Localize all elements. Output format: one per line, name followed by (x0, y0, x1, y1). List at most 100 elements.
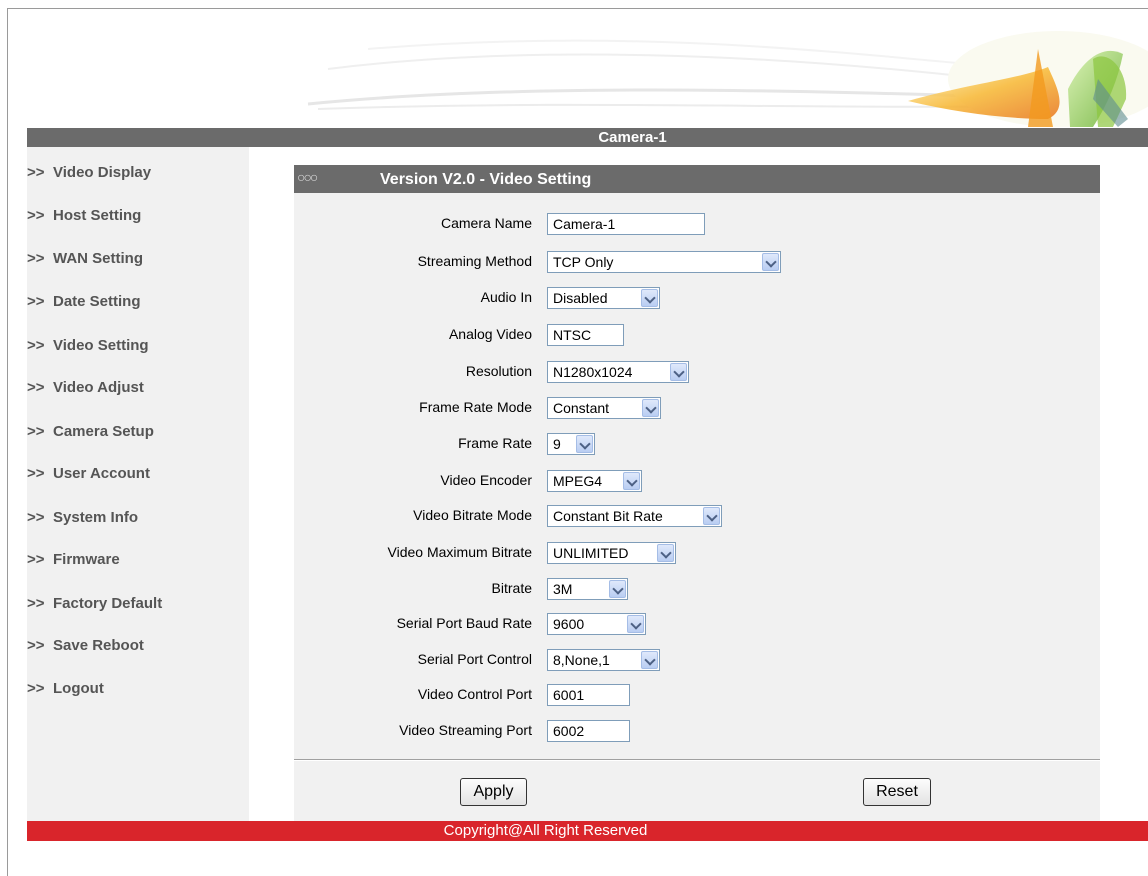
row-analog-video: Analog Video NTSC (294, 318, 1100, 350)
sidebar-arrow: >> (27, 595, 45, 612)
row-audio-in: Audio In Disabled (294, 281, 1100, 313)
footer-bar: Copyright@All Right Reserved (27, 821, 1148, 841)
video-bitrate-mode-label: Video Bitrate Mode (413, 507, 532, 523)
video-max-bitrate-label: Video Maximum Bitrate (387, 544, 532, 560)
serial-port-control-select[interactable]: 8,None,1 (547, 649, 660, 671)
chevron-down-icon[interactable] (703, 507, 720, 525)
video-max-bitrate-select[interactable]: UNLIMITED (547, 542, 676, 564)
sidebar-item-wan-setting[interactable]: >> WAN Setting (27, 244, 249, 274)
video-streaming-port-label: Video Streaming Port (399, 722, 532, 738)
frame-rate-mode-select[interactable]: Constant (547, 397, 661, 419)
sidebar-arrow: >> (27, 423, 45, 440)
sidebar-arrow: >> (27, 379, 45, 396)
chevron-down-icon[interactable] (576, 435, 593, 453)
chevron-down-icon[interactable] (670, 363, 687, 381)
sidebar-arrow: >> (27, 637, 45, 654)
sidebar-arrow: >> (27, 293, 45, 310)
frame-border-left (7, 8, 8, 876)
chain-icon: ○○○ (297, 169, 318, 185)
row-resolution: Resolution N1280x1024 (294, 355, 1100, 387)
sidebar-item-label: Video Setting (53, 337, 149, 354)
row-video-max-bitrate: Video Maximum Bitrate UNLIMITED (294, 536, 1100, 568)
frame-rate-select[interactable]: 9 (547, 433, 595, 455)
sidebar-item-label: WAN Setting (53, 250, 143, 267)
serial-port-control-value: 8,None,1 (553, 652, 610, 668)
row-bitrate: Bitrate 3M (294, 572, 1100, 604)
serial-port-control-label: Serial Port Control (417, 651, 532, 667)
section-header: ○○○ Version V2.0 - Video Setting (294, 165, 1100, 193)
sidebar-item-host-setting[interactable]: >> Host Setting (27, 201, 249, 231)
video-bitrate-mode-select[interactable]: Constant Bit Rate (547, 505, 722, 527)
serial-baud-rate-select[interactable]: 9600 (547, 613, 646, 635)
sidebar-item-firmware[interactable]: >> Firmware (27, 545, 249, 575)
sidebar-item-label: Save Reboot (53, 637, 144, 654)
streaming-method-select[interactable]: TCP Only (547, 251, 781, 273)
camera-title: Camera-1 (598, 129, 667, 146)
sidebar-item-video-setting[interactable]: >> Video Setting (27, 331, 249, 361)
sidebar-item-label: Factory Default (53, 595, 163, 612)
camera-name-input[interactable]: Camera-1 (547, 213, 705, 235)
frame-rate-mode-label: Frame Rate Mode (419, 399, 532, 415)
sidebar-item-label: Camera Setup (53, 423, 154, 440)
chevron-down-icon[interactable] (641, 651, 658, 669)
sidebar-item-date-setting[interactable]: >> Date Setting (27, 287, 249, 317)
frame-rate-value: 9 (553, 436, 561, 452)
sidebar-item-label: Host Setting (53, 207, 142, 224)
reset-button[interactable]: Reset (863, 778, 931, 806)
row-serial-baud-rate: Serial Port Baud Rate 9600 (294, 607, 1100, 639)
sidebar-arrow: >> (27, 551, 45, 568)
row-camera-name: Camera Name Camera-1 (294, 207, 1100, 239)
row-video-control-port: Video Control Port 6001 (294, 678, 1100, 710)
sidebar-item-user-account[interactable]: >> User Account (27, 459, 249, 489)
serial-baud-rate-label: Serial Port Baud Rate (396, 615, 532, 631)
video-encoder-value: MPEG4 (553, 473, 603, 489)
sidebar-item-video-display[interactable]: >> Video Display (27, 158, 249, 188)
sidebar-arrow: >> (27, 680, 45, 697)
frame-rate-label: Frame Rate (458, 435, 532, 451)
sidebar-item-factory-default[interactable]: >> Factory Default (27, 589, 249, 619)
analog-video-field: NTSC (547, 324, 624, 346)
sidebar-arrow: >> (27, 509, 45, 526)
sidebar-item-label: Video Display (53, 164, 152, 181)
divider-highlight (294, 760, 1100, 761)
video-control-port-input[interactable]: 6001 (547, 684, 630, 706)
chevron-down-icon[interactable] (627, 615, 644, 633)
chevron-down-icon[interactable] (762, 253, 779, 271)
apply-button[interactable]: Apply (460, 778, 527, 806)
sidebar-item-label: Logout (53, 680, 104, 697)
chevron-down-icon[interactable] (642, 399, 659, 417)
bitrate-select[interactable]: 3M (547, 578, 628, 600)
sidebar-item-camera-setup[interactable]: >> Camera Setup (27, 417, 249, 447)
title-bar: Camera-1 (27, 128, 1148, 147)
sidebar-arrow: >> (27, 250, 45, 267)
analog-video-label: Analog Video (448, 326, 532, 342)
copyright-text: Copyright@All Right Reserved (443, 822, 648, 839)
video-encoder-select[interactable]: MPEG4 (547, 470, 642, 492)
sidebar-item-system-info[interactable]: >> System Info (27, 503, 249, 533)
sidebar-item-video-adjust[interactable]: >> Video Adjust (27, 373, 249, 403)
sidebar-item-save-reboot[interactable]: >> Save Reboot (27, 631, 249, 661)
chevron-down-icon[interactable] (641, 289, 658, 307)
sidebar-item-label: Video Adjust (53, 379, 144, 396)
sidebar-item-label: System Info (53, 509, 139, 526)
sidebar-arrow: >> (27, 465, 45, 482)
resolution-select[interactable]: N1280x1024 (547, 361, 689, 383)
video-encoder-label: Video Encoder (440, 472, 532, 488)
sidebar-arrow: >> (27, 207, 45, 224)
sidebar-item-logout[interactable]: >> Logout (27, 674, 249, 704)
row-video-bitrate-mode: Video Bitrate Mode Constant Bit Rate (294, 499, 1100, 531)
row-frame-rate-mode: Frame Rate Mode Constant (294, 391, 1100, 423)
chevron-down-icon[interactable] (657, 544, 674, 562)
video-max-bitrate-value: UNLIMITED (553, 545, 629, 561)
chevron-down-icon[interactable] (623, 472, 640, 490)
audio-in-label: Audio In (480, 289, 532, 305)
chevron-down-icon[interactable] (609, 580, 626, 598)
banner-swoosh-image (307, 31, 1148, 127)
streaming-method-label: Streaming Method (417, 253, 532, 269)
page-frame: Camera-1 >> Video Display >> Host Setting … (0, 0, 1148, 876)
sidebar-item-label: Firmware (53, 551, 120, 568)
sidebar-arrow: >> (27, 164, 45, 181)
video-streaming-port-input[interactable]: 6002 (547, 720, 630, 742)
resolution-label: Resolution (465, 363, 532, 379)
audio-in-select[interactable]: Disabled (547, 287, 660, 309)
